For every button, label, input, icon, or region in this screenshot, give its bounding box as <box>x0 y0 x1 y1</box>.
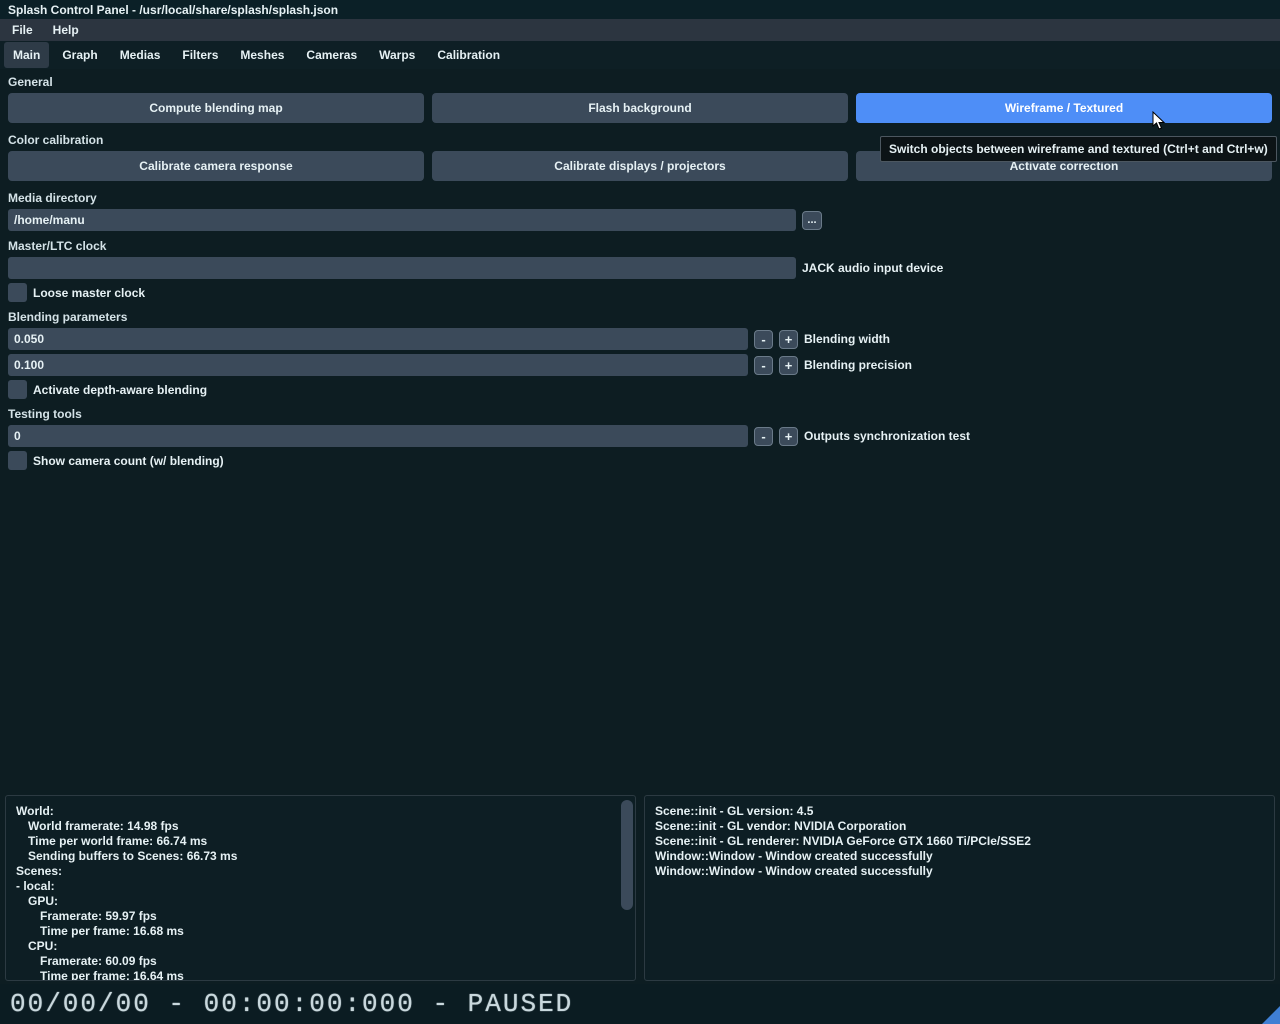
depth-aware-label: Activate depth-aware blending <box>33 383 207 397</box>
flash-background-button[interactable]: Flash background <box>432 93 848 123</box>
menu-bar: File Help <box>0 19 1280 41</box>
status-bar: 00/00/00 - 00:00:00:000 - PAUSED <box>0 984 1280 1024</box>
menu-file[interactable]: File <box>2 19 43 41</box>
blending-width-plus[interactable]: + <box>779 330 798 349</box>
log-line: World framerate: 14.98 fps <box>16 819 625 834</box>
loose-master-checkbox[interactable] <box>8 283 27 302</box>
sync-test-input[interactable] <box>8 425 748 447</box>
log-line: Scene::init - GL vendor: NVIDIA Corporat… <box>655 819 1264 834</box>
section-master-clock-label: Master/LTC clock <box>8 235 1272 257</box>
main-content: General Compute blending map Flash backg… <box>0 69 1280 482</box>
blending-width-label: Blending width <box>804 332 890 346</box>
tab-warps[interactable]: Warps <box>370 42 424 68</box>
calibrate-displays-button[interactable]: Calibrate displays / projectors <box>432 151 848 181</box>
blending-precision-plus[interactable]: + <box>779 356 798 375</box>
media-directory-input[interactable] <box>8 209 796 231</box>
sync-test-label: Outputs synchronization test <box>804 429 970 443</box>
tab-graph[interactable]: Graph <box>53 42 106 68</box>
section-media-directory-label: Media directory <box>8 187 1272 209</box>
log-line: Window::Window - Window created successf… <box>655 864 1264 879</box>
depth-aware-checkbox[interactable] <box>8 380 27 399</box>
tab-main[interactable]: Main <box>4 42 49 68</box>
show-camera-count-label: Show camera count (w/ blending) <box>33 454 224 468</box>
blending-width-minus[interactable]: - <box>754 330 773 349</box>
log-line: Scene::init - GL version: 4.5 <box>655 804 1264 819</box>
scrollbar-thumb[interactable] <box>621 800 633 910</box>
section-testing-label: Testing tools <box>8 403 1272 425</box>
log-line: Time per frame: 16.64 ms <box>16 969 625 981</box>
tab-filters[interactable]: Filters <box>173 42 227 68</box>
status-text: 00/00/00 - 00:00:00:000 - PAUSED <box>10 989 573 1019</box>
log-line: Window::Window - Window created successf… <box>655 849 1264 864</box>
blending-precision-input[interactable] <box>8 354 748 376</box>
calibrate-camera-button[interactable]: Calibrate camera response <box>8 151 424 181</box>
section-general-label: General <box>8 71 1272 93</box>
blending-width-input[interactable] <box>8 328 748 350</box>
section-blending-label: Blending parameters <box>8 306 1272 328</box>
log-line: - local: <box>16 879 625 894</box>
log-line: Sending buffers to Scenes: 66.73 ms <box>16 849 625 864</box>
wireframe-tooltip: Switch objects between wireframe and tex… <box>880 136 1277 162</box>
blending-precision-minus[interactable]: - <box>754 356 773 375</box>
log-area: World: World framerate: 14.98 fps Time p… <box>5 795 1275 981</box>
loose-master-label: Loose master clock <box>33 286 145 300</box>
blending-precision-label: Blending precision <box>804 358 912 372</box>
compute-blending-button[interactable]: Compute blending map <box>8 93 424 123</box>
tab-medias[interactable]: Medias <box>111 42 170 68</box>
resize-grip[interactable] <box>1262 1006 1280 1024</box>
sync-test-plus[interactable]: + <box>779 427 798 446</box>
log-line: Scene::init - GL renderer: NVIDIA GeForc… <box>655 834 1264 849</box>
show-camera-count-checkbox[interactable] <box>8 451 27 470</box>
log-line: Framerate: 60.09 fps <box>16 954 625 969</box>
tab-bar: Main Graph Medias Filters Meshes Cameras… <box>0 41 1280 69</box>
log-line: GPU: <box>16 894 625 909</box>
log-line: Framerate: 59.97 fps <box>16 909 625 924</box>
log-line: Time per world frame: 66.74 ms <box>16 834 625 849</box>
menu-help[interactable]: Help <box>43 19 89 41</box>
wireframe-textured-button[interactable]: Wireframe / Textured <box>856 93 1272 123</box>
window-title: Splash Control Panel - /usr/local/share/… <box>0 0 1280 19</box>
log-line: CPU: <box>16 939 625 954</box>
log-line: Time per frame: 16.68 ms <box>16 924 625 939</box>
log-line: Scenes: <box>16 864 625 879</box>
log-right-panel[interactable]: Scene::init - GL version: 4.5 Scene::ini… <box>644 795 1275 981</box>
tab-cameras[interactable]: Cameras <box>297 42 366 68</box>
browse-button[interactable]: ... <box>802 211 822 230</box>
tab-calibration[interactable]: Calibration <box>428 42 509 68</box>
cursor-icon <box>1152 111 1166 131</box>
sync-test-minus[interactable]: - <box>754 427 773 446</box>
jack-audio-label: JACK audio input device <box>802 261 943 275</box>
log-left-panel[interactable]: World: World framerate: 14.98 fps Time p… <box>5 795 636 981</box>
jack-audio-input[interactable] <box>8 257 796 279</box>
tab-meshes[interactable]: Meshes <box>231 42 293 68</box>
log-line: World: <box>16 804 625 819</box>
